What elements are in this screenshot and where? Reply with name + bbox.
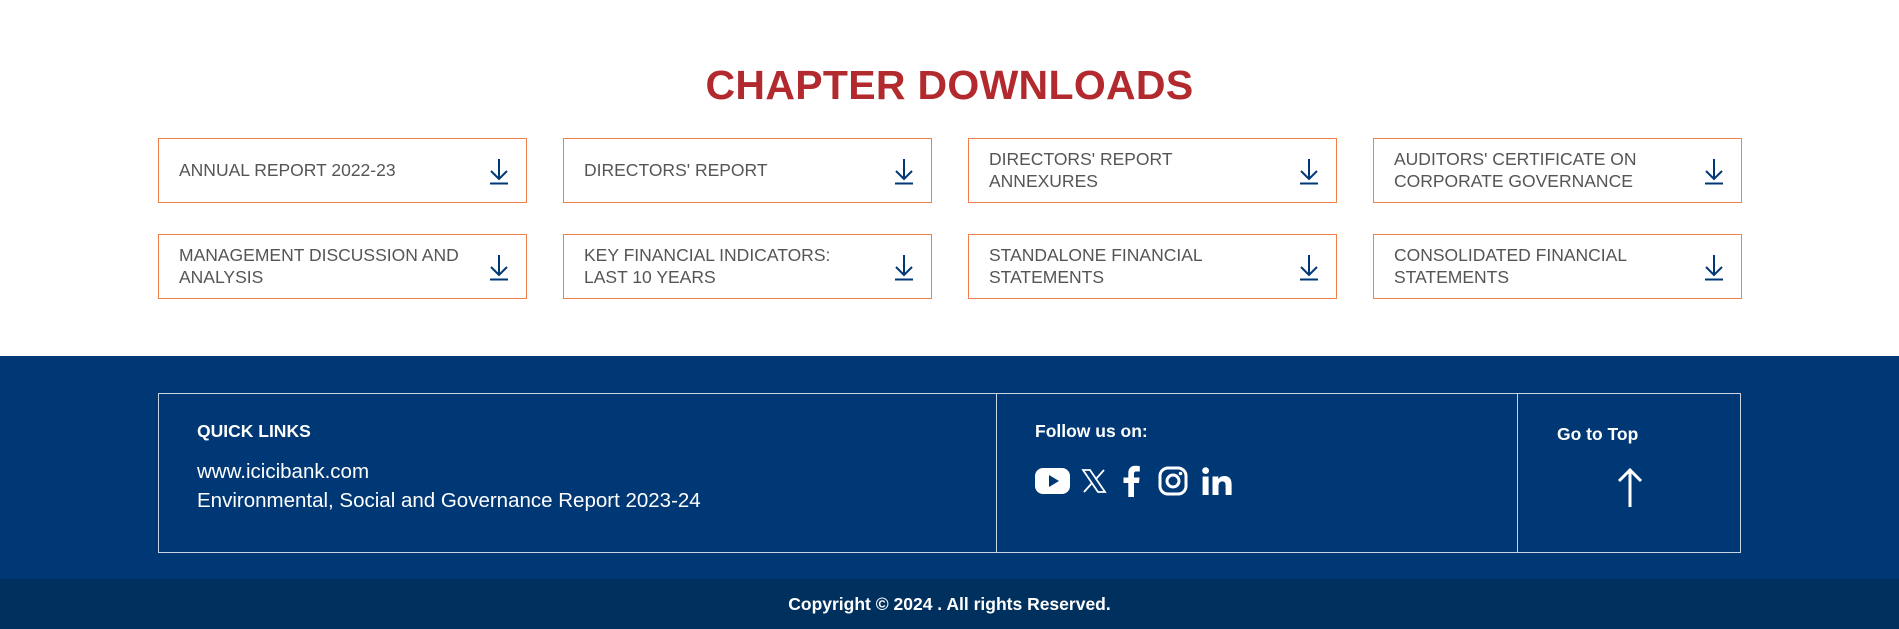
go-to-top-label[interactable]: Go to Top bbox=[1557, 424, 1638, 445]
download-card-label: DIRECTORS' REPORT ANNEXURES bbox=[989, 149, 1173, 191]
follow-us: Follow us on: bbox=[997, 394, 1517, 552]
download-card-annual-report[interactable]: ANNUAL REPORT 2022-23 bbox=[158, 138, 527, 203]
follow-us-label: Follow us on: bbox=[1035, 421, 1148, 441]
download-card-label: ANNUAL REPORT 2022-23 bbox=[179, 160, 396, 180]
arrow-up-icon[interactable] bbox=[1616, 467, 1644, 509]
download-icon bbox=[1705, 159, 1723, 185]
facebook-icon[interactable] bbox=[1121, 464, 1141, 498]
download-card-standalone-financial-statements[interactable]: STANDALONE FINANCIAL STATEMENTS bbox=[968, 234, 1337, 299]
footer-box: QUICK LINKS www.icicibank.com Environmen… bbox=[158, 393, 1741, 553]
x-twitter-icon[interactable] bbox=[1079, 464, 1109, 498]
download-card-label: CONSOLIDATED FINANCIAL STATEMENTS bbox=[1394, 245, 1627, 287]
go-to-top[interactable]: Go to Top bbox=[1518, 394, 1740, 552]
download-icon bbox=[490, 255, 508, 281]
instagram-icon[interactable] bbox=[1157, 464, 1189, 498]
download-card-management-discussion[interactable]: MANAGEMENT DISCUSSION AND ANALYSIS bbox=[158, 234, 527, 299]
download-icon bbox=[895, 159, 913, 185]
download-card-label: MANAGEMENT DISCUSSION AND ANALYSIS bbox=[179, 245, 459, 287]
download-card-label: DIRECTORS' REPORT bbox=[584, 160, 768, 180]
quick-links-heading: QUICK LINKS bbox=[197, 421, 311, 441]
download-icon bbox=[1705, 255, 1723, 281]
download-card-key-financial-indicators[interactable]: KEY FINANCIAL INDICATORS: LAST 10 YEARS bbox=[563, 234, 932, 299]
download-icon bbox=[1300, 255, 1318, 281]
copyright-bar: Copyright © 2024 . All rights Reserved. bbox=[0, 579, 1899, 629]
download-icon bbox=[490, 159, 508, 185]
download-card-label: KEY FINANCIAL INDICATORS: LAST 10 YEARS bbox=[584, 245, 831, 287]
copyright-text: Copyright © 2024 . All rights Reserved. bbox=[788, 594, 1111, 614]
quick-link-esg-report[interactable]: Environmental, Social and Governance Rep… bbox=[197, 489, 701, 513]
youtube-icon[interactable] bbox=[1034, 464, 1070, 498]
download-card-label: STANDALONE FINANCIAL STATEMENTS bbox=[989, 245, 1202, 287]
download-icon bbox=[1300, 159, 1318, 185]
download-card-consolidated-financial-statements[interactable]: CONSOLIDATED FINANCIAL STATEMENTS bbox=[1373, 234, 1742, 299]
chapter-downloads-section: CHAPTER DOWNLOADS ANNUAL REPORT 2022-23 … bbox=[0, 0, 1899, 356]
download-card-directors-report[interactable]: DIRECTORS' REPORT bbox=[563, 138, 932, 203]
section-title: CHAPTER DOWNLOADS bbox=[705, 62, 1194, 108]
download-card-auditors-certificate[interactable]: AUDITORS' CERTIFICATE ON CORPORATE GOVER… bbox=[1373, 138, 1742, 203]
download-card-label: AUDITORS' CERTIFICATE ON CORPORATE GOVER… bbox=[1394, 149, 1637, 191]
download-card-directors-report-annexures[interactable]: DIRECTORS' REPORT ANNEXURES bbox=[968, 138, 1337, 203]
linkedin-icon[interactable] bbox=[1201, 464, 1233, 498]
download-icon bbox=[895, 255, 913, 281]
quick-link-icicibank[interactable]: www.icicibank.com bbox=[197, 460, 369, 484]
footer: QUICK LINKS www.icicibank.com Environmen… bbox=[0, 356, 1899, 579]
